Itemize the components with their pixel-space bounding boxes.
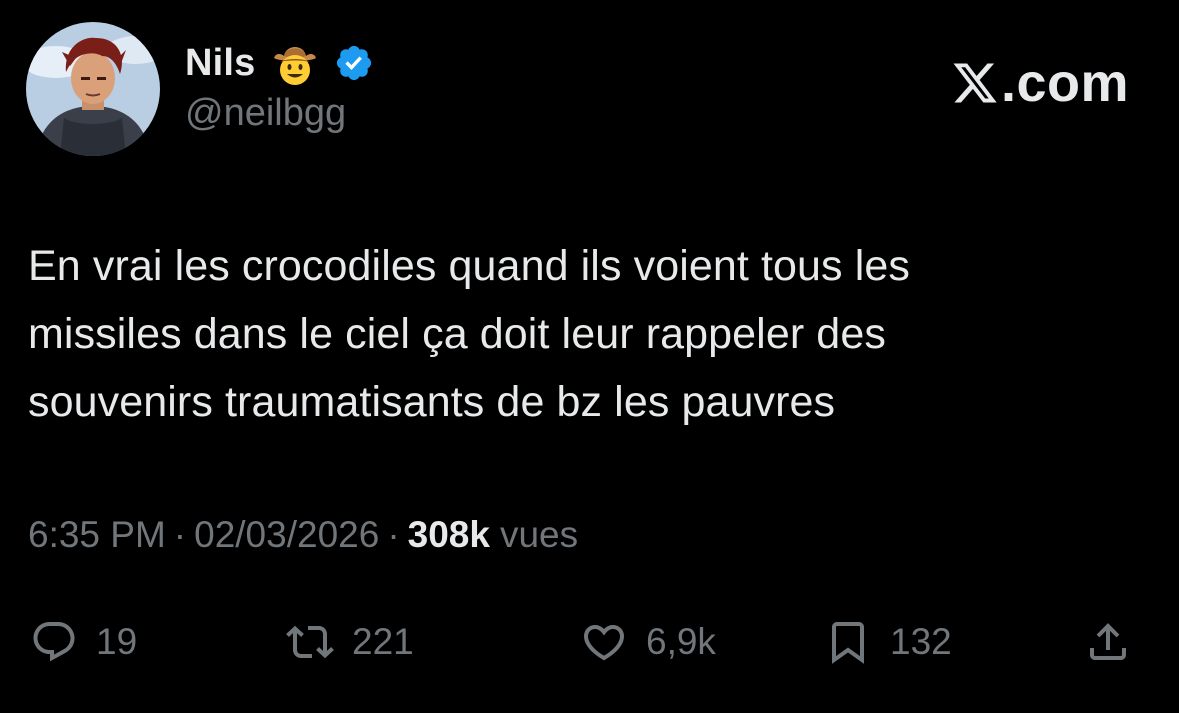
meta-separator: ·: [387, 514, 400, 555]
action-bar: 19 221 6,9k 132: [0, 610, 1179, 674]
avatar[interactable]: [26, 22, 160, 156]
like-button[interactable]: 6,9k: [580, 610, 716, 674]
share-button[interactable]: [1084, 610, 1132, 674]
views-label: vues: [499, 514, 579, 555]
reply-count: 19: [96, 621, 138, 662]
verified-badge-icon: [336, 45, 371, 81]
views-count[interactable]: 308k: [408, 514, 490, 556]
brand-domain: .com: [1000, 53, 1129, 113]
avatar-illustration: [26, 22, 160, 156]
tweet-date[interactable]: 02/03/2026: [194, 514, 379, 556]
bookmark-icon: [832, 622, 864, 664]
author-handle[interactable]: @neilbgg: [185, 92, 346, 135]
repost-count: 221: [352, 621, 414, 662]
author-name-row: Nils: [185, 38, 374, 88]
display-name[interactable]: Nils: [185, 42, 256, 85]
brand-watermark: .com: [951, 56, 1129, 110]
cowboy-hat-face-icon: [273, 47, 316, 85]
tweet-meta: 6:35 PM · 02/03/2026 · 308k vues: [28, 514, 578, 556]
x-logo-icon: [953, 63, 997, 103]
share-icon: [1090, 623, 1126, 660]
tweet-time[interactable]: 6:35 PM: [28, 514, 166, 556]
tweet-text: En vrai les crocodiles quand ils voient …: [28, 242, 910, 426]
bookmark-button[interactable]: 132: [824, 610, 952, 674]
repost-button[interactable]: 221: [286, 610, 414, 674]
reply-button[interactable]: 19: [30, 610, 137, 674]
repost-icon: [286, 625, 334, 659]
heart-icon: [583, 625, 625, 661]
tweet-card: Nils @neilbgg .com En vrai les crocodile…: [0, 0, 1179, 713]
bookmark-count: 132: [890, 621, 952, 662]
meta-separator: ·: [173, 514, 187, 555]
like-count: 6,9k: [646, 621, 716, 662]
reply-icon: [33, 622, 75, 662]
